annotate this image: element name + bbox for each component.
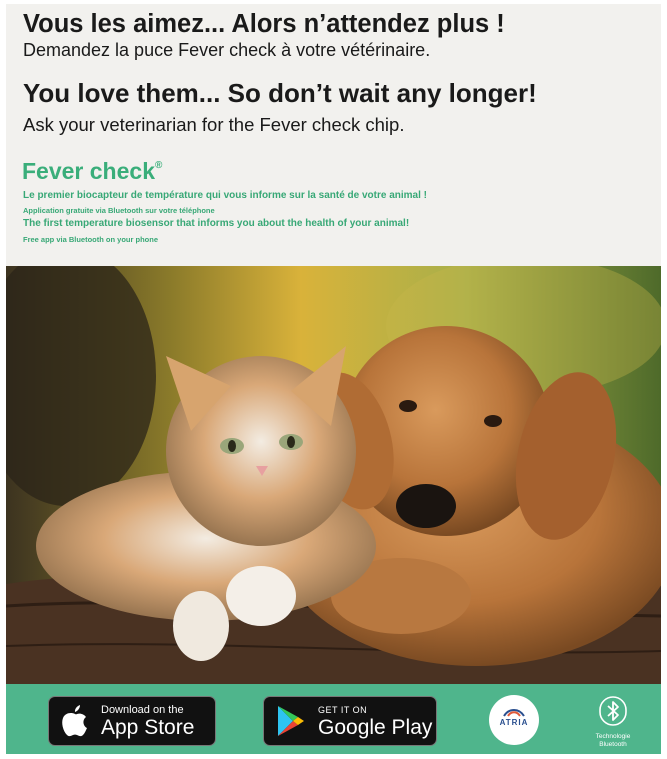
atria-mark-icon	[503, 709, 525, 717]
apple-icon	[62, 705, 87, 737]
text-section: Vous les aimez... Alors n’attendez plus …	[6, 4, 661, 266]
google-play-button[interactable]: GET IT ON Google Play	[263, 696, 437, 746]
brand-name: Fever check®	[22, 158, 162, 185]
app-store-button[interactable]: Download on the App Store	[48, 696, 216, 746]
google-play-small: GET IT ON	[318, 705, 368, 715]
brand-name-text: Fever check	[22, 158, 155, 184]
headline-fr: Vous les aimez... Alors n’attendez plus …	[23, 10, 505, 38]
bluetooth-badge: Technologie Bluetooth	[581, 696, 645, 749]
atria-logo-text: ATRIA	[499, 718, 529, 727]
subline-en: Ask your veterinarian for the Fever chec…	[23, 114, 405, 135]
bluetooth-caption-line1: Technologie	[595, 733, 631, 740]
play-icon	[278, 706, 304, 736]
app-store-label: App Store	[101, 716, 195, 739]
registered-mark: ®	[154, 160, 163, 171]
subline-fr: Demandez la puce Fever check à votre vét…	[23, 40, 431, 60]
footer-bar: Download on the App Store GET IT ON Goog…	[6, 684, 661, 754]
tagline-fr-note: Application gratuite via Bluetooth sur v…	[23, 206, 215, 215]
tagline-en-note: Free app via Bluetooth on your phone	[23, 235, 159, 244]
flyer-card: Vous les aimez... Alors n’attendez plus …	[6, 4, 661, 754]
atria-logo: ATRIA	[489, 695, 539, 745]
google-play-label: Google Play	[318, 716, 433, 739]
app-store-small: Download on the	[101, 704, 184, 716]
kitten-puppy-photo	[6, 266, 661, 684]
tagline-en: The first temperature biosensor that inf…	[23, 218, 410, 229]
bluetooth-caption-line2: Bluetooth	[599, 741, 627, 748]
bluetooth-caption: Technologie Bluetooth	[581, 733, 645, 749]
headline-en: You love them... So don’t wait any longe…	[23, 78, 537, 108]
bluetooth-icon	[599, 696, 627, 726]
tagline-fr: Le premier biocapteur de température qui…	[23, 190, 427, 201]
